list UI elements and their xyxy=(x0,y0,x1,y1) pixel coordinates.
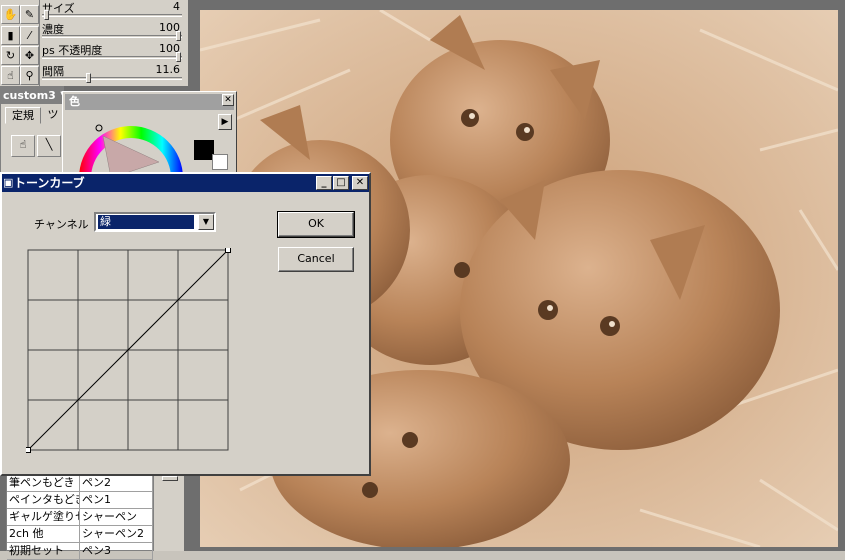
density-row: 濃度 100 xyxy=(40,21,188,42)
tone-curve-dialog: ▣ トーンカーブ _ □ ✕ チャンネル 緑 ▼ OK Cancel xyxy=(0,172,371,476)
brush-name[interactable]: ペン1 xyxy=(80,492,153,508)
hand-icon[interactable]: ☝ xyxy=(1,66,20,85)
tab-tool[interactable]: ツ xyxy=(43,107,63,124)
opacity-slider[interactable] xyxy=(42,56,182,59)
close-icon[interactable]: ✕ xyxy=(222,94,234,106)
magic-wand-icon[interactable]: ✎ xyxy=(20,5,39,24)
finger-tool-icon[interactable]: ☝ xyxy=(11,135,35,157)
size-row: サイズ 4 xyxy=(40,0,188,21)
opacity-row: ps 不透明度 100 xyxy=(40,42,188,63)
list-item: ギャルゲ塗りセ シャーペン xyxy=(7,509,153,526)
brush-name[interactable]: シャーペン xyxy=(80,509,153,525)
channel-selected-value: 緑 xyxy=(97,214,195,230)
opacity-slider-thumb[interactable] xyxy=(176,52,181,62)
density-slider-thumb[interactable] xyxy=(176,31,181,41)
custom-panel-title[interactable]: custom3 ツ xyxy=(1,87,63,104)
size-value: 4 xyxy=(173,0,180,13)
brush-name[interactable]: ギャルゲ塗りセ xyxy=(7,509,80,525)
eyedropper-icon[interactable]: ⁄ xyxy=(20,26,39,45)
channel-select[interactable]: 緑 ▼ xyxy=(94,212,216,232)
channel-label: チャンネル xyxy=(34,218,89,231)
line-tool-icon[interactable]: ╲ xyxy=(37,135,61,157)
minimize-icon[interactable]: _ xyxy=(316,176,332,190)
color-wheel[interactable] xyxy=(75,118,187,178)
custom-panel: custom3 ツ 定規 ツ ☝ ╲ xyxy=(0,86,64,186)
rotate-icon[interactable]: ↻ xyxy=(1,46,20,65)
move-icon[interactable]: ✥ xyxy=(20,46,39,65)
dialog-titlebar[interactable]: ▣ トーンカーブ _ □ ✕ xyxy=(2,174,369,192)
zoom-icon[interactable]: ⚲ xyxy=(20,66,39,85)
spacing-row: 間隔 11.6 xyxy=(40,63,188,84)
tool-palette: ✋ ✎ ▮ ⁄ ↻ ✥ ☝ ⚲ xyxy=(0,0,40,86)
spacing-slider[interactable] xyxy=(42,77,182,80)
brush-name[interactable]: ペインタもどき xyxy=(7,492,80,508)
brush-properties-panel: サイズ 4 濃度 100 ps 不透明度 100 間隔 11.6 xyxy=(40,0,188,86)
brush-name[interactable]: シャーペン2 xyxy=(80,526,153,542)
brush-list-scrollbar[interactable] xyxy=(154,474,184,551)
list-item: 初期セット ペン3 xyxy=(7,543,153,560)
spacing-slider-thumb[interactable] xyxy=(86,73,91,83)
density-slider[interactable] xyxy=(42,35,182,38)
maximize-icon[interactable]: □ xyxy=(333,176,349,190)
dialog-title: トーンカーブ xyxy=(14,176,85,190)
curve-control-point[interactable] xyxy=(225,248,231,253)
list-item: ペインタもどき ペン1 xyxy=(7,492,153,509)
ok-button[interactable]: OK xyxy=(277,211,355,238)
brush-name[interactable]: ペン3 xyxy=(80,543,153,559)
brush-name[interactable]: 2ch 他 xyxy=(7,526,80,542)
size-slider[interactable] xyxy=(42,14,182,17)
brush-name[interactable]: 初期セット xyxy=(7,543,80,559)
curve-control-point[interactable] xyxy=(26,447,31,453)
color-panel: 色 ✕ ▶ xyxy=(62,91,237,181)
play-arrow-icon[interactable]: ▶ xyxy=(218,114,232,130)
cancel-button[interactable]: Cancel xyxy=(278,247,354,272)
size-slider-thumb[interactable] xyxy=(44,10,49,20)
foreground-color-swatch[interactable] xyxy=(194,140,214,160)
close-icon[interactable]: ✕ xyxy=(352,176,368,190)
brush-name[interactable]: 筆ペンもどき xyxy=(7,475,80,491)
list-item: 筆ペンもどき ペン2 xyxy=(7,475,153,492)
tab-ruler[interactable]: 定規 xyxy=(5,107,41,124)
background-color-swatch[interactable] xyxy=(212,154,228,170)
color-panel-title[interactable]: 色 xyxy=(65,94,234,110)
paint-bucket-icon[interactable]: ✋ xyxy=(1,5,20,24)
brush-name[interactable]: ペン2 xyxy=(80,475,153,491)
spacing-value: 11.6 xyxy=(155,63,181,76)
list-item: 2ch 他 シャーペン2 xyxy=(7,526,153,543)
gradient-icon[interactable]: ▮ xyxy=(1,26,20,45)
brush-list: 筆ペンもどき ペン2 ペインタもどき ペン1 ギャルゲ塗りセ シャーペン 2ch… xyxy=(6,474,154,560)
chevron-down-icon[interactable]: ▼ xyxy=(198,214,214,230)
scroll-thumb[interactable] xyxy=(162,476,178,481)
tone-curve-graph[interactable] xyxy=(26,248,232,454)
